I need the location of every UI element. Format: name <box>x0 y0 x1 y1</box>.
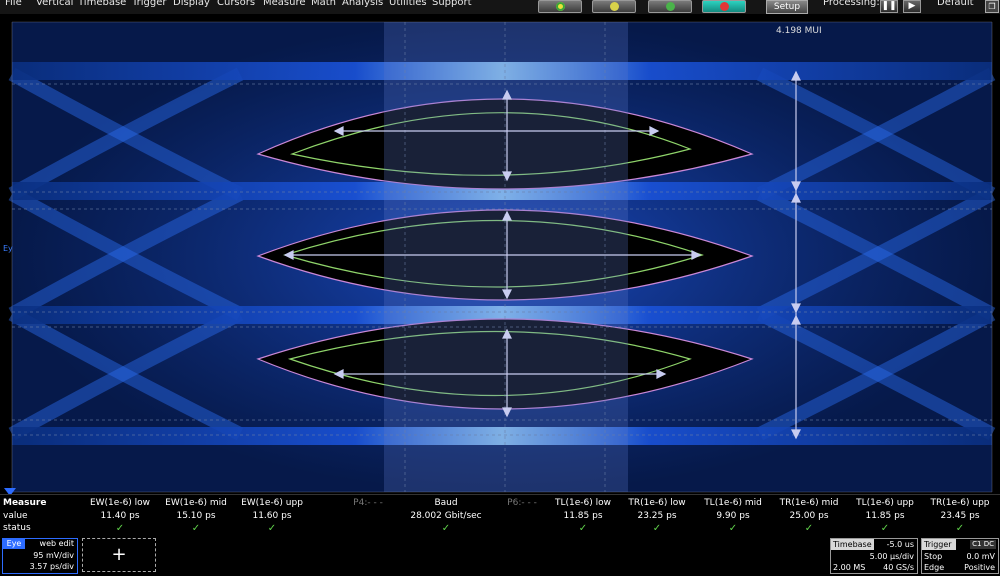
measure-param-name[interactable]: TL(1e-6) mid <box>704 498 762 508</box>
menu-analysis[interactable]: Analysis <box>342 0 383 8</box>
channel-scale: 95 mV/div <box>33 551 74 560</box>
menu-cursors[interactable]: Cursors <box>217 0 255 8</box>
menu-vertical[interactable]: Vertical <box>36 0 73 8</box>
measure-param-status: ✓ <box>955 523 965 534</box>
stop-tool-button[interactable] <box>702 0 746 13</box>
measure-param-status: ✓ <box>578 523 588 534</box>
cursor-tool-icon <box>610 2 619 11</box>
cursor-tool-button[interactable] <box>592 0 636 13</box>
measure-param-name[interactable]: P4:- - - <box>353 498 383 508</box>
measure-param-name[interactable]: EW(1e-6) low <box>90 498 150 508</box>
measure-param-status: ✓ <box>267 523 277 534</box>
measure-param-value: 11.85 ps <box>865 511 905 521</box>
restore-icon: ❐ <box>988 2 996 11</box>
measure-param-status: ✓ <box>804 523 814 534</box>
trigger-slope: Positive <box>964 563 995 572</box>
trigger-source: C1 DC <box>970 540 996 549</box>
measure-param-name[interactable]: TL(1e-6) low <box>555 498 611 508</box>
status-row-label: status <box>3 523 31 533</box>
measure-param-status: ✓ <box>728 523 738 534</box>
menu-bar: File Vertical Timebase Trigger Display C… <box>0 0 1000 14</box>
measure-param-value: 9.90 ps <box>716 511 750 521</box>
menu-display[interactable]: Display <box>173 0 210 8</box>
measure-param-value: 23.25 ps <box>637 511 677 521</box>
timebase-div: 5.00 µs/div <box>869 552 914 561</box>
measure-param-name[interactable]: Baud <box>434 498 457 508</box>
timebase-descriptor[interactable]: Timebase -5.0 us 5.00 µs/div 2.00 MS 40 … <box>830 538 918 574</box>
measure-param-status: ✓ <box>652 523 662 534</box>
timebase-title: Timebase <box>831 539 874 550</box>
trigger-descriptor[interactable]: Trigger C1 DC Stop 0.0 mV Edge Positive <box>921 538 999 574</box>
timebase-delay: -5.0 us <box>886 540 914 549</box>
processing-label: Processing: <box>823 0 880 8</box>
play-button[interactable]: ▶ <box>903 0 921 13</box>
menu-timebase[interactable]: Timebase <box>78 0 126 8</box>
trigger-level: 0.0 mV <box>966 552 995 561</box>
measure-param-status: ✓ <box>880 523 890 534</box>
menu-file[interactable]: File <box>5 0 22 8</box>
channel-desc: web edit <box>39 539 74 548</box>
menu-utilities[interactable]: Utilities <box>389 0 427 8</box>
measure-param-status: ✓ <box>441 523 451 534</box>
menu-math[interactable]: Math <box>311 0 336 8</box>
measure-table: Measure value status EW(1e-6) low 11.40 p… <box>0 494 1000 537</box>
measure-param-name[interactable]: EW(1e-6) mid <box>165 498 227 508</box>
restore-button[interactable]: ❐ <box>985 0 999 13</box>
measure-param-name[interactable]: TR(1e-6) low <box>628 498 685 508</box>
channel-marker: Ey <box>3 244 13 253</box>
auto-setup-button[interactable] <box>538 0 582 13</box>
measure-param-value: 25.00 ps <box>789 511 829 521</box>
add-trace-button[interactable]: + <box>82 538 156 572</box>
eye-diagram-display[interactable]: 4.198 MUI Ey <box>0 14 1000 494</box>
channel-time: 3.57 ps/div <box>29 562 74 571</box>
measure-tool-icon <box>666 2 675 11</box>
eye-diagram-canvas <box>4 21 996 494</box>
trigger-mode: Stop <box>924 552 943 561</box>
measure-param-status: ✓ <box>115 523 125 534</box>
measure-param-name[interactable]: TR(1e-6) mid <box>780 498 839 508</box>
timebase-samples: 2.00 MS <box>833 563 866 572</box>
auto-setup-icon <box>556 2 565 11</box>
measure-title: Measure <box>3 498 47 508</box>
descriptor-bar: Eye web edit 95 mV/div 3.57 ps/div + Tim… <box>0 536 1000 576</box>
measure-param-name[interactable]: EW(1e-6) upp <box>241 498 303 508</box>
mui-readout: 4.198 MUI <box>776 26 822 36</box>
measure-param-name[interactable]: TL(1e-6) upp <box>856 498 914 508</box>
measure-param-value: 28.002 Gbit/sec <box>410 511 482 521</box>
measure-param-name[interactable]: P6:- - - <box>507 498 537 508</box>
stop-icon <box>720 2 729 11</box>
default-label: Default <box>937 0 974 8</box>
channel-tag: Eye <box>3 539 25 549</box>
timebase-rate: 40 GS/s <box>883 563 914 572</box>
measure-tool-button[interactable] <box>648 0 692 13</box>
menu-measure[interactable]: Measure <box>263 0 306 8</box>
measure-param-value: 11.40 ps <box>100 511 140 521</box>
measure-param-value: 15.10 ps <box>176 511 216 521</box>
measure-param-value: 11.85 ps <box>563 511 603 521</box>
pause-button[interactable]: ❚❚ <box>880 0 898 13</box>
setup-button[interactable]: Setup <box>766 0 808 14</box>
measure-param-status: ✓ <box>191 523 201 534</box>
trigger-title: Trigger <box>922 539 956 550</box>
measure-param-value: 11.60 ps <box>252 511 292 521</box>
menu-support[interactable]: Support <box>432 0 472 8</box>
measure-param-value: 23.45 ps <box>940 511 980 521</box>
eye-channel-descriptor[interactable]: Eye web edit 95 mV/div 3.57 ps/div <box>2 538 78 574</box>
value-row-label: value <box>3 511 28 521</box>
menu-trigger[interactable]: Trigger <box>132 0 167 8</box>
play-icon: ▶ <box>908 1 916 11</box>
pause-icon: ❚❚ <box>881 1 897 11</box>
trigger-type: Edge <box>924 563 945 572</box>
measure-param-name[interactable]: TR(1e-6) upp <box>930 498 989 508</box>
